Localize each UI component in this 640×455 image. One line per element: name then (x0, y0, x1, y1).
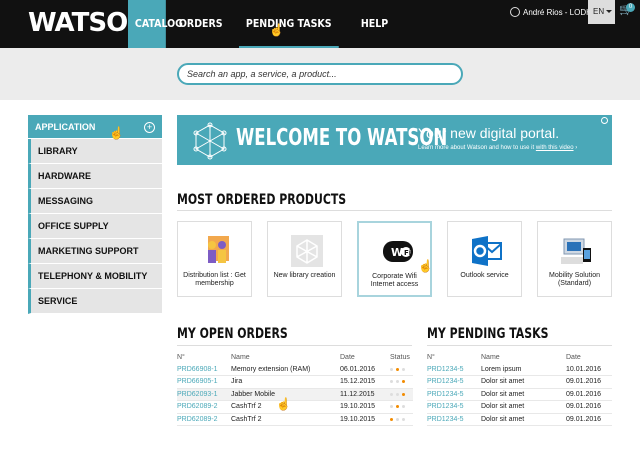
mobile-devices-icon (561, 238, 591, 264)
table-row[interactable]: PRD1234-5 Lorem ipsum 10.01.2016 (427, 363, 612, 376)
user-icon (510, 7, 520, 17)
sidebar-item-application[interactable]: APPLICATION (28, 115, 162, 139)
sidebar-item-service[interactable]: SERVICE (28, 289, 162, 314)
network-cube-icon (193, 122, 227, 160)
svg-text:Fi: Fi (404, 249, 411, 257)
nav-catalog[interactable]: CATALOG (128, 0, 183, 48)
open-orders-title: MY OPEN ORDERS (177, 326, 288, 342)
sidebar-item-marketing-support[interactable]: MARKETING SUPPORT (28, 239, 162, 264)
welcome-description: Learn more about Watson and how to use i… (418, 145, 578, 151)
table-row[interactable]: PRD1234-5 Dolor sit amet 09.01.2016 (427, 388, 612, 401)
welcome-title: WELCOME TO WATSON (236, 125, 448, 151)
video-link[interactable]: with this video (536, 145, 574, 151)
nav-help[interactable]: HELP (354, 0, 395, 48)
orders-divider (177, 345, 412, 346)
sidebar-item-hardware[interactable]: HARDWARE (28, 164, 162, 189)
language-select[interactable]: EN (588, 0, 615, 24)
status-indicator (390, 413, 413, 426)
pending-tasks-title: MY PENDING TASKS (427, 326, 549, 342)
hand-cursor-icon: ☝ (276, 397, 291, 411)
sidebar-item-messaging[interactable]: MESSAGING (28, 189, 162, 214)
table-row[interactable]: PRD1234-5 Dolor sit amet 09.01.2016 (427, 400, 612, 414)
product-outlook-service[interactable]: Outlook service (447, 221, 522, 297)
cart-icon[interactable]: 🛒0 (619, 3, 637, 21)
orders-header: N° Name Date Status (177, 354, 410, 361)
nav-orders[interactable]: ORDERS (172, 0, 229, 48)
top-navigation: WATSON CATALOG ORDERS PENDING TASKS HELP… (0, 0, 640, 48)
product-distribution-list[interactable]: Distribution list : Get membership (177, 221, 252, 297)
table-row[interactable]: PRD62093-1 Jabber Mobile 11.12.2015 (177, 388, 413, 401)
welcome-banner: WELCOME TO WATSON Your new digital porta… (177, 115, 612, 165)
hand-cursor-icon: ☝ (109, 126, 124, 140)
people-icon (208, 236, 229, 263)
most-ordered-title: MOST ORDERED PRODUCTS (177, 192, 347, 208)
sidebar-item-office-supply[interactable]: OFFICE SUPPLY (28, 214, 162, 239)
nav-pending-tasks[interactable]: PENDING TASKS (238, 0, 339, 48)
cart-count-badge: 0 (626, 3, 635, 12)
table-row[interactable]: PRD66905-1 Jira 15.12.2015 (177, 375, 413, 389)
add-icon[interactable]: + (144, 122, 155, 133)
sidebar-item-library[interactable]: LIBRARY (28, 139, 162, 164)
open-orders-table: N° Name Date Status PRD66908-1 Memory extens… (177, 352, 413, 426)
user-menu[interactable]: André Rios - LODH (510, 7, 592, 17)
status-indicator (390, 400, 413, 414)
outlook-icon (472, 236, 502, 266)
tasks-divider (427, 345, 612, 346)
pending-tasks-table: N° Name Date PRD1234-5 Lorem ipsum 10.01.201… (427, 352, 612, 426)
hand-cursor-icon: ☝ (269, 23, 284, 37)
product-new-library[interactable]: New library creation (267, 221, 342, 297)
hand-cursor-icon: ☝ (418, 259, 433, 273)
search-input[interactable]: Search an app, a service, a product... (177, 63, 463, 85)
cube-icon (291, 235, 323, 267)
table-row[interactable]: PRD62089-2 CashTrf 2 19.10.2015 (177, 413, 413, 426)
close-icon[interactable] (601, 117, 608, 124)
tasks-header: N° Name Date (427, 354, 581, 361)
product-mobility-solution[interactable]: Mobility Solution (Standard) (537, 221, 612, 297)
table-row[interactable]: PRD1234-5 Dolor sit amet 09.01.2016 (427, 413, 612, 426)
status-indicator (390, 388, 413, 401)
table-row[interactable]: PRD66908-1 Memory extension (RAM) 06.01.20… (177, 363, 413, 376)
sidebar-item-telephony-mobility[interactable]: TELEPHONY & MOBILITY (28, 264, 162, 289)
table-row[interactable]: PRD1234-5 Dolor sit amet 09.01.2016 (427, 375, 612, 389)
category-sidebar: APPLICATION + LIBRARY HARDWARE MESSAGING … (28, 115, 162, 314)
main-nav: CATALOG ORDERS PENDING TASKS HELP (128, 0, 402, 48)
status-indicator (390, 363, 413, 376)
table-row[interactable]: PRD62089-2 CashTrf 2 19.10.2015 (177, 400, 413, 414)
status-indicator (390, 375, 413, 389)
section-divider (177, 210, 612, 211)
welcome-subtitle: Your new digital portal. (418, 125, 560, 141)
wifi-icon: WiFi (383, 241, 413, 262)
